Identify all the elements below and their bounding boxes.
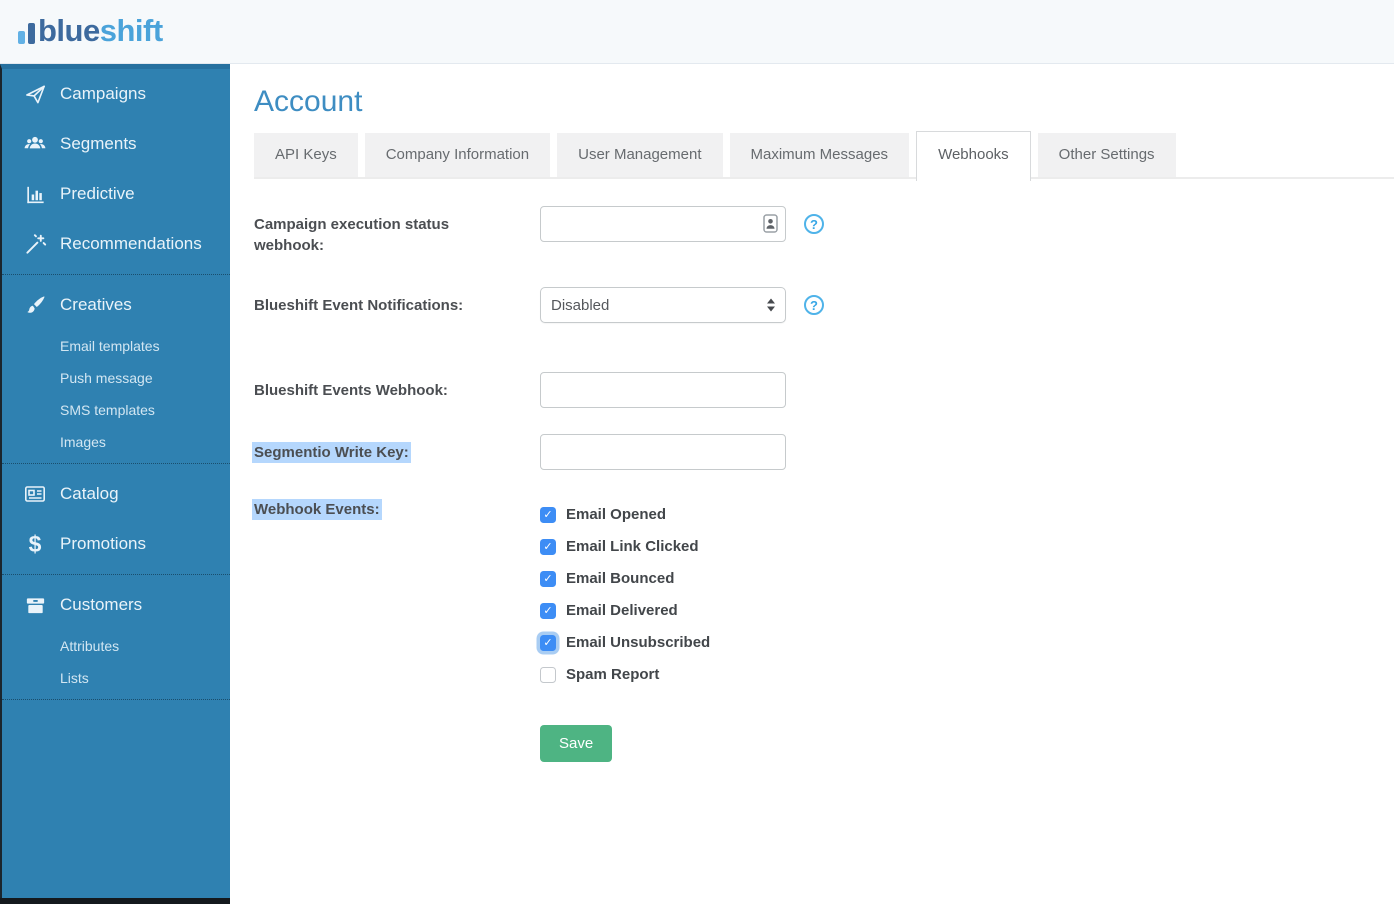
bar-logo-icon	[18, 23, 35, 51]
checkbox-email-bounced[interactable]	[540, 571, 556, 587]
blueshift-events-webhook-input[interactable]	[540, 372, 786, 408]
help-icon[interactable]: ?	[804, 214, 824, 234]
webhooks-form: Campaign execution status webhook: ? Blu…	[254, 206, 1394, 762]
sidebar-subitem-email-templates[interactable]: Email templates	[2, 330, 230, 362]
dollar-icon: $	[22, 533, 48, 556]
form-row-webhook-events: Webhook Events: Email Opened Email Link …	[254, 491, 1394, 698]
webhook-events-list: Email Opened Email Link Clicked Email Bo…	[540, 491, 786, 683]
sidebar-subitem-attributes[interactable]: Attributes	[2, 630, 230, 662]
tab-other-settings[interactable]: Other Settings	[1038, 133, 1176, 177]
checkbox-email-delivered[interactable]	[540, 603, 556, 619]
sidebar-item-catalog[interactable]: Catalog	[2, 469, 230, 519]
logo-wordmark: blueshift	[38, 12, 163, 51]
campaign-execution-status-webhook-input[interactable]	[540, 206, 786, 242]
sidebar-item-promotions[interactable]: $ Promotions	[2, 519, 230, 569]
checkbox-label: Email Bounced	[566, 570, 674, 587]
sidebar: Campaigns Segments Predictive Recommenda…	[0, 64, 230, 898]
tab-bar: API Keys Company Information User Manage…	[254, 133, 1394, 179]
tab-webhooks[interactable]: Webhooks	[916, 131, 1031, 181]
checkbox-row-email-opened[interactable]: Email Opened	[540, 506, 786, 523]
form-row-blueshift-events-webhook: Blueshift Events Webhook:	[254, 372, 1394, 408]
checkbox-email-link-clicked[interactable]	[540, 539, 556, 555]
help-icon[interactable]: ?	[804, 295, 824, 315]
autofill-contact-icon[interactable]	[763, 214, 778, 238]
checkbox-label: Email Delivered	[566, 602, 678, 619]
tab-user-management[interactable]: User Management	[557, 133, 722, 177]
sidebar-subitem-push-message[interactable]: Push message	[2, 362, 230, 394]
checkbox-row-email-unsubscribed[interactable]: Email Unsubscribed	[540, 634, 786, 651]
newspaper-icon	[22, 482, 48, 506]
sidebar-subitem-lists[interactable]: Lists	[2, 662, 230, 694]
sidebar-item-predictive[interactable]: Predictive	[2, 169, 230, 219]
sidebar-subitem-sms-templates[interactable]: SMS templates	[2, 394, 230, 426]
checkbox-email-opened[interactable]	[540, 507, 556, 523]
sidebar-item-recommendations[interactable]: Recommendations	[2, 219, 230, 269]
main-content: Account API Keys Company Information Use…	[230, 64, 1394, 904]
field-label-blueshift-events-webhook: Blueshift Events Webhook:	[254, 372, 540, 401]
checkbox-row-email-delivered[interactable]: Email Delivered	[540, 602, 786, 619]
topbar: blueshift	[0, 0, 1394, 64]
blueshift-logo[interactable]: blueshift	[18, 12, 163, 51]
sidebar-divider	[2, 574, 230, 575]
bar-chart-icon	[22, 183, 48, 206]
checkbox-label: Email Unsubscribed	[566, 634, 710, 651]
archive-box-icon	[22, 594, 48, 617]
sidebar-divider	[2, 463, 230, 464]
checkbox-email-unsubscribed[interactable]	[540, 635, 556, 651]
tab-api-keys[interactable]: API Keys	[254, 133, 358, 177]
select-value: Disabled	[551, 297, 609, 314]
checkbox-spam-report[interactable]	[540, 667, 556, 683]
checkbox-row-email-bounced[interactable]: Email Bounced	[540, 570, 786, 587]
page-title: Account	[254, 84, 1394, 119]
sidebar-subitem-images[interactable]: Images	[2, 426, 230, 458]
blueshift-event-notifications-select[interactable]: Disabled	[540, 287, 786, 323]
sidebar-item-creatives[interactable]: Creatives	[2, 280, 230, 330]
checkbox-label: Email Link Clicked	[566, 538, 699, 555]
field-label-blueshift-event-notifications: Blueshift Event Notifications:	[254, 287, 540, 316]
tab-maximum-messages[interactable]: Maximum Messages	[730, 133, 910, 177]
sidebar-divider	[2, 274, 230, 275]
checkbox-row-email-link-clicked[interactable]: Email Link Clicked	[540, 538, 786, 555]
users-icon	[22, 132, 48, 156]
sidebar-item-campaigns[interactable]: Campaigns	[2, 69, 230, 119]
field-label-segmentio-write-key: Segmentio Write Key:	[254, 434, 540, 463]
segmentio-write-key-input[interactable]	[540, 434, 786, 470]
window-edge	[0, 898, 230, 904]
checkbox-row-spam-report[interactable]: Spam Report	[540, 666, 786, 683]
magic-wand-icon	[22, 233, 48, 256]
checkbox-label: Email Opened	[566, 506, 666, 523]
select-arrows-icon	[767, 299, 775, 312]
paint-brush-icon	[22, 294, 48, 317]
sidebar-divider	[2, 699, 230, 700]
form-row-blueshift-event-notifications: Blueshift Event Notifications: Disabled …	[254, 287, 1394, 323]
checkbox-label: Spam Report	[566, 666, 659, 683]
sidebar-item-segments[interactable]: Segments	[2, 119, 230, 169]
save-button[interactable]: Save	[540, 725, 612, 762]
field-label-campaign-execution-status-webhook: Campaign execution status webhook:	[254, 206, 540, 256]
form-row-segmentio-write-key: Segmentio Write Key:	[254, 434, 1394, 470]
paper-plane-icon	[22, 83, 48, 106]
form-row-campaign-execution-status-webhook: Campaign execution status webhook: ?	[254, 206, 1394, 256]
field-label-webhook-events: Webhook Events:	[254, 491, 540, 520]
sidebar-item-customers[interactable]: Customers	[2, 580, 230, 630]
tab-company-information[interactable]: Company Information	[365, 133, 550, 177]
